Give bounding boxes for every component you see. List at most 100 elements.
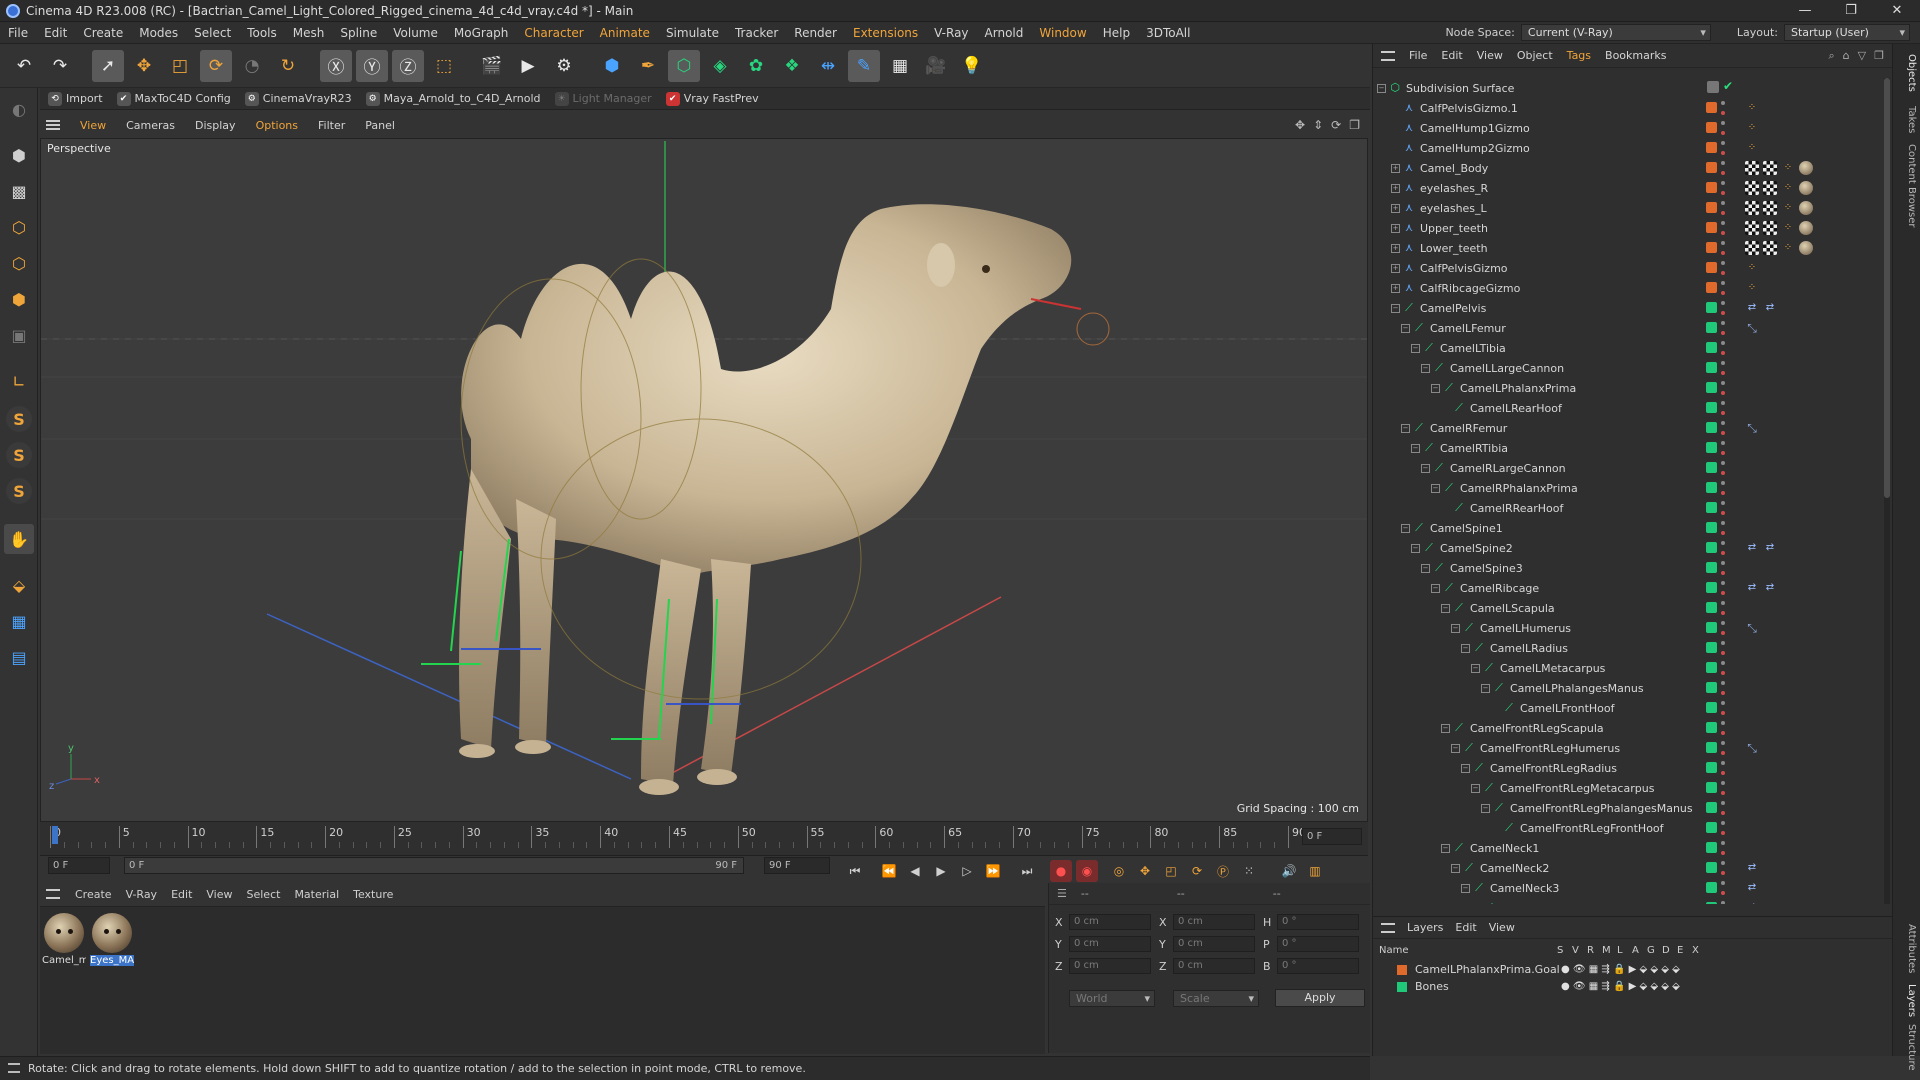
object-row[interactable]: − ⟋ CamelFrontRLegMetacarpus (1373, 778, 1883, 798)
layer-row[interactable]: Bones ● 👁 ▦ ⇶ 🔒 ▶ ⬙ ⬙ ⬙ ⬙ (1373, 978, 1893, 995)
menu-window[interactable]: Window (1031, 26, 1094, 40)
layer-menu-view[interactable]: View (1483, 921, 1521, 934)
phong-tag-icon[interactable] (1745, 241, 1759, 255)
go-to-start-icon[interactable]: ⏮ (844, 860, 866, 882)
visibility-dots[interactable] (1721, 661, 1725, 675)
menu-3dtoall[interactable]: 3DToAll (1138, 26, 1198, 40)
scale-key-icon[interactable]: ◰ (1160, 860, 1182, 882)
object-row[interactable]: − ⟋ CamelLMetacarpus (1373, 658, 1883, 678)
object-row[interactable]: − ⟋ CamelFrontRLegHumerus ⤡ (1373, 738, 1883, 758)
apply-button[interactable]: Apply (1275, 989, 1365, 1007)
menu-file[interactable]: File (0, 26, 36, 40)
collapse-icon[interactable]: − (1377, 83, 1386, 93)
ik-tag-icon[interactable]: ⇄ (1745, 861, 1759, 875)
menu-spline[interactable]: Spline (332, 26, 385, 40)
previous-frame-icon[interactable]: ◀ (904, 860, 926, 882)
visibility-dots[interactable] (1721, 181, 1725, 195)
object-row[interactable]: − ⟋ CamelNeck3 ⇄ (1373, 878, 1883, 898)
playhead[interactable] (52, 826, 58, 844)
rotate-icon[interactable]: ⟳ (200, 49, 232, 82)
tab-attributes[interactable]: Attributes (1897, 924, 1917, 973)
material-menu-vray[interactable]: V-Ray (119, 888, 165, 901)
layer-toggles[interactable]: ● 👁 ▦ ⇶ 🔒 ▶ ⬙ ⬙ ⬙ ⬙ (1561, 981, 1680, 992)
close-button[interactable]: ✕ (1874, 3, 1920, 18)
texture-tag-icon[interactable] (1763, 181, 1777, 195)
display-tag-icon[interactable]: ⁘ (1745, 281, 1759, 295)
layer-color-swatch[interactable] (1706, 282, 1717, 293)
visibility-dots[interactable] (1721, 821, 1725, 835)
light-icon[interactable]: 💡 (956, 50, 988, 82)
layer-color-swatch[interactable] (1706, 342, 1717, 353)
plugin-cinemavray[interactable]: ⚙ CinemaVrayR23 (244, 91, 352, 106)
object-row[interactable]: +⋏CamelHump2Gizmo⁘ (1373, 138, 1883, 158)
extrude-icon[interactable]: ◈ (704, 50, 736, 82)
object-row[interactable]: − ⟋ CamelLTibia (1373, 338, 1883, 358)
timeline-ruler[interactable]: 051015202530354045505560657075808590 0 F (40, 822, 1368, 856)
pen-icon[interactable]: ✒ (632, 50, 664, 82)
layout-dropdown[interactable]: Startup (User) (1784, 24, 1910, 41)
menu-arnold[interactable]: Arnold (977, 26, 1032, 40)
ik-tag-icon[interactable]: ⇄ (1763, 541, 1777, 555)
edges-mode-icon[interactable]: ⬡ (4, 248, 34, 278)
layer-color-swatch[interactable] (1706, 222, 1717, 233)
snap-settings-icon[interactable]: S (6, 442, 32, 468)
previous-key-icon[interactable]: ⏪ (878, 860, 900, 882)
visibility-dots[interactable] (1721, 861, 1725, 875)
visibility-dots[interactable] (1721, 401, 1725, 415)
spline-tool-icon[interactable]: ✎ (848, 49, 880, 82)
position-z-field[interactable]: 0 cm (1069, 958, 1151, 974)
layer-menu-layers[interactable]: Layers (1401, 921, 1449, 934)
phong-tag-icon[interactable] (1745, 221, 1759, 235)
visibility-dots[interactable] (1721, 241, 1725, 255)
layer-color-swatch[interactable] (1706, 842, 1717, 853)
display-tag-icon[interactable]: ⁘ (1781, 161, 1795, 175)
display-tag-icon[interactable]: ⁘ (1781, 241, 1795, 255)
redo-icon[interactable]: ↷ (44, 50, 76, 82)
layer-color-swatch[interactable] (1706, 542, 1717, 553)
object-row[interactable]: + ⋏ eyelashes_L ⁘ (1373, 198, 1883, 218)
scale-icon[interactable]: ◰ (164, 50, 196, 82)
object-row[interactable]: − ⟋ CamelFrontRLegPhalangesManus (1373, 798, 1883, 818)
viewport-menu-options[interactable]: Options (248, 119, 306, 132)
expand-icon[interactable]: + (1391, 263, 1400, 273)
tab-content-browser[interactable]: Content Browser (1897, 144, 1917, 227)
layer-color-swatch[interactable] (1706, 622, 1717, 633)
object-row[interactable]: − ⟋ CamelRibcage ⇄ ⇄ (1373, 578, 1883, 598)
object-menu-edit[interactable]: Edit (1435, 49, 1468, 62)
menu-tracker[interactable]: Tracker (727, 26, 786, 40)
display-tag-icon[interactable]: ⁘ (1745, 141, 1759, 155)
plugin-maxtoc4d-config[interactable]: ✔ MaxToC4D Config (116, 91, 231, 106)
maximize-button[interactable]: ❐ (1828, 3, 1874, 18)
axis-mode-icon[interactable]: ∟ (4, 366, 34, 396)
expand-icon[interactable]: + (1391, 283, 1400, 293)
ik-tag-icon[interactable]: ⇄ (1763, 301, 1777, 315)
layer-color-swatch[interactable] (1706, 642, 1717, 653)
workplane-icon[interactable]: ⬙ (4, 570, 34, 600)
phong-tag-icon[interactable] (1745, 161, 1759, 175)
menu-mesh[interactable]: Mesh (285, 26, 333, 40)
object-menu-bookmarks[interactable]: Bookmarks (1599, 49, 1672, 62)
material-tag-icon[interactable] (1799, 241, 1813, 255)
object-row[interactable]: − ⟋ CamelFrontRLegScapula (1373, 718, 1883, 738)
menu-modes[interactable]: Modes (131, 26, 186, 40)
visibility-dots[interactable] (1721, 381, 1725, 395)
visibility-dots[interactable] (1721, 481, 1725, 495)
collapse-icon[interactable]: − (1471, 783, 1480, 793)
perspective-viewport[interactable]: y z x Perspective Grid Spacing : 100 cm (40, 138, 1368, 822)
object-row[interactable]: − ⟋ CamelLLargeCannon (1373, 358, 1883, 378)
plugin-vray-fastprev[interactable]: ✔ Vray FastPrev (665, 91, 759, 106)
visibility-dots[interactable] (1721, 841, 1725, 855)
layer-row[interactable]: CamelLPhalanxPrima.Goal ● 👁 ▦ ⇶ 🔒 ▶ ⬙ ⬙ … (1373, 961, 1893, 978)
display-tag-icon[interactable]: ⁘ (1781, 221, 1795, 235)
display-tag-icon[interactable]: ⁘ (1781, 181, 1795, 195)
collapse-icon[interactable]: − (1461, 883, 1470, 893)
play-icon[interactable]: ▶ (930, 860, 952, 882)
object-row[interactable]: +⋏CalfPelvisGizmo.1⁘ (1373, 98, 1883, 118)
subdivision-icon[interactable]: ⬡ (668, 49, 700, 82)
collapse-icon[interactable]: − (1411, 443, 1420, 453)
go-to-end-icon[interactable]: ⏭ (1016, 860, 1038, 882)
position-x-field[interactable]: 0 cm (1069, 914, 1151, 930)
pan-view-icon[interactable]: ✥ (1295, 118, 1305, 132)
layer-color-swatch[interactable] (1706, 182, 1717, 193)
z-axis-lock-icon[interactable]: Ⓩ (392, 49, 424, 82)
